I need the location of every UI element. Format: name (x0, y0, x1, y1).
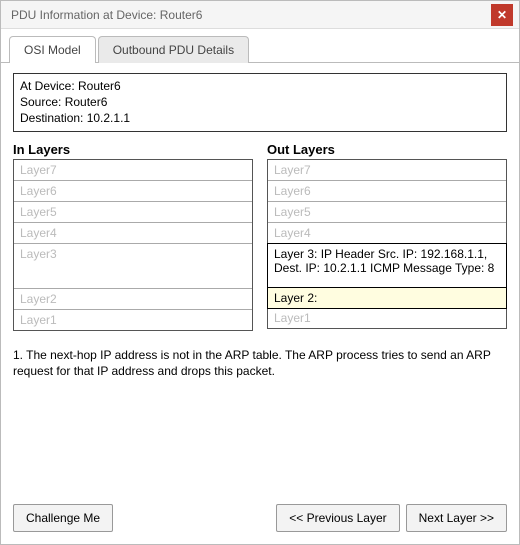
in-layer7[interactable]: Layer7 (14, 160, 252, 181)
out-layer7[interactable]: Layer7 (268, 160, 506, 181)
content-area: At Device: Router6 Source: Router6 Desti… (1, 63, 519, 390)
close-icon[interactable]: ✕ (491, 4, 513, 26)
layer-columns: In Layers Layer7 Layer6 Layer5 Layer4 La… (13, 142, 507, 331)
footer-bar: Challenge Me << Previous Layer Next Laye… (1, 492, 519, 544)
at-device-line: At Device: Router6 (20, 78, 500, 94)
in-layer-stack: Layer7 Layer6 Layer5 Layer4 Layer3 Layer… (13, 159, 253, 331)
next-layer-button[interactable]: Next Layer >> (406, 504, 507, 532)
in-layer1[interactable]: Layer1 (14, 310, 252, 330)
out-layer-stack: Layer7 Layer6 Layer5 Layer4 Layer 3: IP … (267, 159, 507, 329)
window-title: PDU Information at Device: Router6 (11, 8, 491, 22)
in-layers-title: In Layers (13, 142, 253, 157)
titlebar: PDU Information at Device: Router6 ✕ (1, 1, 519, 29)
out-layer3[interactable]: Layer 3: IP Header Src. IP: 192.168.1.1,… (267, 243, 507, 288)
out-layers-column: Out Layers Layer7 Layer6 Layer5 Layer4 L… (267, 142, 507, 331)
destination-line: Destination: 10.2.1.1 (20, 110, 500, 126)
device-info-box: At Device: Router6 Source: Router6 Desti… (13, 73, 507, 132)
explanation-note: 1. The next-hop IP address is not in the… (13, 347, 507, 381)
out-layer4[interactable]: Layer4 (268, 223, 506, 244)
in-layers-column: In Layers Layer7 Layer6 Layer5 Layer4 La… (13, 142, 253, 331)
out-layer2[interactable]: Layer 2: (267, 287, 507, 309)
in-layer4[interactable]: Layer4 (14, 223, 252, 244)
previous-layer-button[interactable]: << Previous Layer (276, 504, 399, 532)
challenge-me-button[interactable]: Challenge Me (13, 504, 113, 532)
footer-spacer (119, 504, 270, 532)
pdu-window: PDU Information at Device: Router6 ✕ OSI… (0, 0, 520, 545)
in-layer5[interactable]: Layer5 (14, 202, 252, 223)
tab-outbound-pdu-details[interactable]: Outbound PDU Details (98, 36, 249, 63)
source-line: Source: Router6 (20, 94, 500, 110)
out-layer6[interactable]: Layer6 (268, 181, 506, 202)
in-layer3[interactable]: Layer3 (14, 244, 252, 289)
out-layer1[interactable]: Layer1 (268, 308, 506, 328)
tab-strip: OSI Model Outbound PDU Details (1, 35, 519, 62)
tab-osi-model[interactable]: OSI Model (9, 36, 96, 63)
in-layer6[interactable]: Layer6 (14, 181, 252, 202)
in-layer2[interactable]: Layer2 (14, 289, 252, 310)
out-layers-title: Out Layers (267, 142, 507, 157)
out-layer5[interactable]: Layer5 (268, 202, 506, 223)
